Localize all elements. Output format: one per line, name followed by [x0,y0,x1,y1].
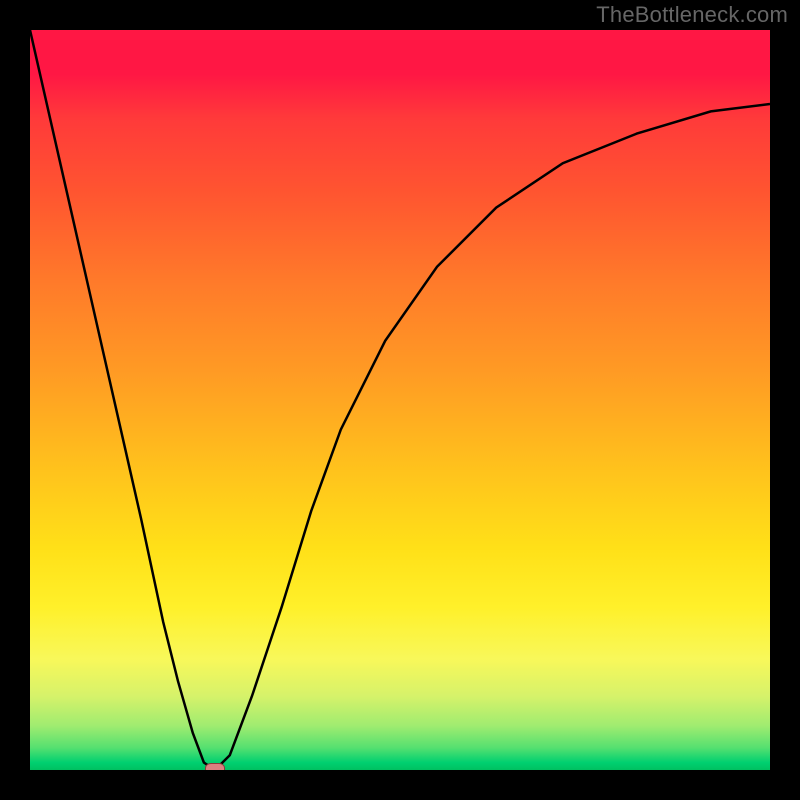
plot-area [30,30,770,770]
chart-frame: TheBottleneck.com [0,0,800,800]
bottleneck-curve [30,30,770,770]
curve-path [30,30,770,770]
watermark-text: TheBottleneck.com [596,2,788,28]
optimal-point-marker [205,763,225,770]
